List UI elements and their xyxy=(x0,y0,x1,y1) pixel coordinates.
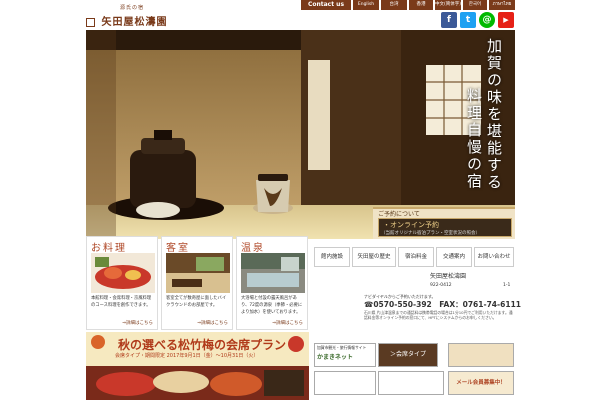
lang-hongkong[interactable]: 香港 xyxy=(409,0,433,10)
phone-number[interactable]: ☎0570-550-392 FAX：0761-74-6111 xyxy=(364,299,521,310)
logo-subtitle: 源氏の宿 xyxy=(120,5,145,11)
facebook-icon[interactable]: f xyxy=(441,12,457,28)
card-more-link[interactable]: ⇒詳細はこちら xyxy=(197,320,228,326)
mail-member-banner[interactable]: メール会員募集中！ xyxy=(448,371,514,395)
rooms-photo xyxy=(166,253,230,293)
tel-description: 石川県 片山津温泉までの通話料は携帯電話の場合は1分10円でご利用いただけます。… xyxy=(364,310,513,320)
onsen-photo xyxy=(241,253,305,293)
reservation-title: ご予約について xyxy=(378,211,420,218)
cuisine-photo xyxy=(91,253,155,293)
twitter-icon[interactable]: t xyxy=(460,12,476,28)
card-onsen[interactable]: 温泉 大浴場と付設の露天風呂があり、72度の源泉（季節・必要により加水）を使いて… xyxy=(236,236,308,330)
online-reservation-sub: （当館オリジナル宿泊プラン・空室状況の照会） xyxy=(381,231,480,236)
logo-text: 矢田屋松濤園 xyxy=(101,17,168,28)
nav-access[interactable]: 交通案内 xyxy=(436,247,472,267)
kamaki-net-banner[interactable]: 加賀市観光・旅行情報サイト かまきネット xyxy=(314,343,376,367)
logo[interactable]: 矢田屋松濤園 xyxy=(86,13,168,28)
lang-chinese[interactable]: 中文(简体字) xyxy=(435,0,461,10)
card-text: 大浴場と付設の露天風呂があり、72度の源泉（季節・必要により加水）を使いておりま… xyxy=(241,296,303,315)
nav-contact[interactable]: お問い合わせ xyxy=(474,247,514,267)
lang-korean[interactable]: 한국어 xyxy=(463,0,487,10)
banner-slot-2[interactable] xyxy=(378,371,444,395)
card-text: 客室全てが数奇屋に面したバイクラウンドのお部屋です。 xyxy=(166,296,227,308)
kaiseki-promo-banner[interactable] xyxy=(448,343,514,367)
address-postal: 922-0412 xyxy=(430,283,452,288)
card-more-link[interactable]: ⇒詳細はこちら xyxy=(122,320,153,326)
kaiseki-type-banner[interactable]: ＞会席タイプ xyxy=(378,343,438,367)
banner-slot-1[interactable] xyxy=(314,371,376,395)
contact-us-link[interactable]: Contact us xyxy=(301,0,351,10)
logo-mark-icon xyxy=(86,18,95,27)
lang-thai[interactable]: ภาษาไทย xyxy=(489,0,515,10)
address-number: 1-1 xyxy=(503,283,511,288)
lang-english[interactable]: English xyxy=(353,0,379,10)
banner-subtitle: 会席タイプ・期間限定 2017年9月1日（金）～10月31日（火） xyxy=(115,353,259,359)
banner-title: 秋の選べる松竹梅の会席プラン xyxy=(118,338,287,352)
card-title: 温泉 xyxy=(241,243,265,254)
card-cuisine[interactable]: お料理 本館料理・会席料理・京風料理のコース料理を創作できます。 ⇒詳細はこちら xyxy=(86,236,158,330)
portal-note: 加賀市観光・旅行情報サイト xyxy=(317,345,367,350)
card-more-link[interactable]: ⇒詳細はこちら xyxy=(272,320,303,326)
portal-name: かまきネット xyxy=(317,354,354,361)
line-icon[interactable]: @ xyxy=(479,12,495,28)
hero-tagline-sub: 料理自慢の宿 xyxy=(465,88,483,190)
lang-taiwan[interactable]: 台湾 xyxy=(381,0,407,10)
hero-tagline-main: 加賀の味を堪能する xyxy=(485,38,503,191)
card-rooms[interactable]: 客室 客室全てが数奇屋に面したバイクラウンドのお部屋です。 ⇒詳細はこちら xyxy=(161,236,233,330)
card-text: 本館料理・会席料理・京風料理のコース料理を創作できます。 xyxy=(91,296,152,308)
card-title: 客室 xyxy=(166,243,190,254)
nav-history[interactable]: 矢田屋の歴史 xyxy=(352,247,396,267)
nav-rates[interactable]: 宿泊料金 xyxy=(398,247,434,267)
online-reservation-label: ・オンライン予約 xyxy=(383,221,439,229)
nav-facilities[interactable]: 館内施設 xyxy=(314,247,350,267)
card-title: お料理 xyxy=(91,243,127,254)
address-name: 矢田屋松濤園 xyxy=(430,273,467,280)
youtube-icon[interactable]: ▶ xyxy=(498,12,514,28)
